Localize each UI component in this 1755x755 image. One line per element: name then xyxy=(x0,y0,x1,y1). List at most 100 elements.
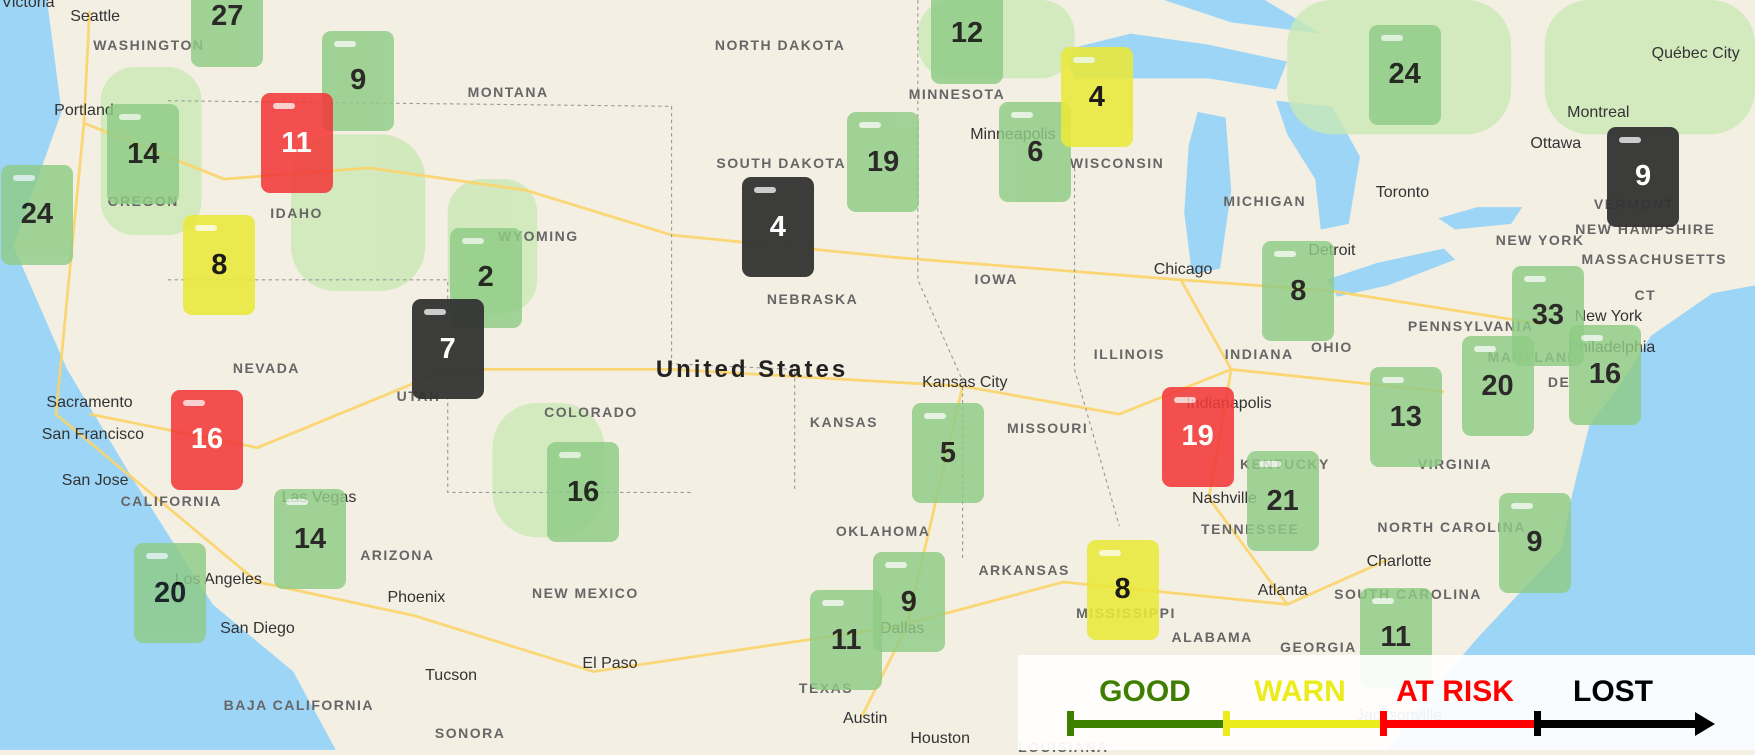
lake-ontario xyxy=(1438,207,1523,230)
state-label: ILLINOIS xyxy=(1093,345,1165,362)
marker-handle-icon xyxy=(859,122,882,129)
city-label: Montreal xyxy=(1567,104,1630,122)
city-label: New York xyxy=(1574,307,1643,325)
marker-count: 13 xyxy=(1389,400,1422,433)
marker-count: 8 xyxy=(1114,573,1131,606)
marker-count: 9 xyxy=(1526,526,1543,559)
site-marker-lost[interactable]: 7 xyxy=(411,299,484,400)
marker-count: 7 xyxy=(439,332,456,365)
site-marker-warn[interactable]: 8 xyxy=(183,215,256,316)
marker-handle-icon xyxy=(195,225,218,232)
site-marker-good[interactable]: 13 xyxy=(1369,367,1442,468)
marker-count: 14 xyxy=(293,522,327,555)
marker-handle-icon xyxy=(1381,377,1404,384)
site-marker-good[interactable]: 20 xyxy=(1461,336,1534,437)
site-marker-good[interactable]: 12 xyxy=(931,0,1004,84)
marker-count: 9 xyxy=(1634,160,1652,193)
site-marker-good[interactable]: 24 xyxy=(1368,24,1441,125)
state-label: CALIFORNIA xyxy=(120,493,222,510)
site-marker-good[interactable]: 20 xyxy=(134,543,207,644)
site-marker-risk[interactable]: 19 xyxy=(1161,386,1234,487)
status-legend: GOOD WARN AT RISK LOST xyxy=(1018,655,1755,750)
site-marker-good[interactable]: 14 xyxy=(107,104,180,205)
marker-handle-icon xyxy=(559,452,582,459)
marker-handle-icon xyxy=(1274,251,1297,257)
site-marker-good[interactable]: 16 xyxy=(547,442,620,543)
marker-handle-icon xyxy=(1258,461,1281,468)
marker-handle-icon xyxy=(334,40,357,47)
marker-handle-icon xyxy=(924,413,946,420)
state-label: SONORA xyxy=(434,725,506,742)
site-marker-warn[interactable]: 8 xyxy=(1086,539,1159,640)
city-label: Ottawa xyxy=(1530,135,1582,153)
marker-handle-icon xyxy=(272,103,295,110)
marker-count: 16 xyxy=(1588,358,1622,391)
site-marker-good[interactable]: 5 xyxy=(912,403,984,504)
country-label: United States xyxy=(655,356,849,383)
state-label: WISCONSIN xyxy=(1069,155,1165,172)
state-label: MISSOURI xyxy=(1007,419,1089,436)
state-label: COLORADO xyxy=(544,403,638,420)
state-label: ARKANSAS xyxy=(978,561,1070,578)
site-marker-lost[interactable]: 9 xyxy=(1607,126,1680,227)
marker-handle-icon xyxy=(1011,112,1034,119)
site-marker-good[interactable]: 14 xyxy=(274,489,347,590)
marker-handle-icon xyxy=(146,553,169,560)
state-label: MICHIGAN xyxy=(1223,193,1307,210)
state-label: IOWA xyxy=(974,270,1018,287)
site-marker-good[interactable]: 19 xyxy=(847,112,920,213)
legend-warn-bar xyxy=(1226,720,1383,728)
legend-lost-bar xyxy=(1537,720,1697,728)
legend-tick xyxy=(1380,711,1387,736)
marker-count: 8 xyxy=(211,248,228,281)
city-label: Austin xyxy=(842,709,888,727)
site-marker-good[interactable]: 9 xyxy=(322,30,395,131)
site-marker-risk[interactable]: 16 xyxy=(171,389,244,490)
site-marker-good[interactable]: 9 xyxy=(1498,492,1571,593)
marker-handle-icon xyxy=(12,174,35,181)
marker-handle-icon xyxy=(822,600,845,607)
city-label: San Jose xyxy=(61,472,129,490)
site-marker-good[interactable]: 16 xyxy=(1569,324,1642,425)
marker-count: 24 xyxy=(1388,58,1421,91)
marker-count: 19 xyxy=(1181,420,1214,452)
marker-count: 20 xyxy=(1481,369,1514,402)
city-label: Phoenix xyxy=(387,588,446,606)
city-label: Atlanta xyxy=(1257,581,1308,599)
marker-count: 27 xyxy=(211,0,244,33)
site-marker-good[interactable]: 11 xyxy=(810,590,883,691)
marker-count: 4 xyxy=(769,210,786,243)
city-label: El Paso xyxy=(582,654,638,672)
legend-good-label: GOOD xyxy=(1099,675,1191,708)
site-marker-lost[interactable]: 4 xyxy=(741,177,814,278)
site-marker-good[interactable]: 9 xyxy=(872,552,945,653)
legend-good-bar xyxy=(1069,720,1226,728)
city-label: Kansas City xyxy=(922,373,1008,391)
city-label: San Francisco xyxy=(41,426,145,444)
marker-handle-icon xyxy=(119,114,142,121)
marker-handle-icon xyxy=(183,399,206,406)
city-label: Charlotte xyxy=(1366,552,1432,570)
state-label: CT xyxy=(1634,287,1657,304)
state-label: NEVADA xyxy=(232,360,300,377)
city-label: San Diego xyxy=(220,620,295,638)
city-label: Houston xyxy=(910,729,970,747)
site-marker-good[interactable]: 8 xyxy=(1262,241,1335,341)
state-label: MINNESOTA xyxy=(908,86,1006,103)
site-marker-warn[interactable]: 4 xyxy=(1060,47,1133,148)
site-marker-good[interactable]: 24 xyxy=(0,164,73,265)
city-label: Toronto xyxy=(1375,183,1430,201)
state-label: OKLAHOMA xyxy=(835,522,931,539)
marker-count: 21 xyxy=(1266,484,1299,517)
city-label: Sacramento xyxy=(46,393,133,411)
marker-count: 33 xyxy=(1531,299,1565,332)
marker-handle-icon xyxy=(1523,275,1546,282)
site-marker-good[interactable]: 27 xyxy=(191,0,264,67)
city-label: Victoria xyxy=(1,0,55,12)
marker-count: 11 xyxy=(281,126,312,159)
marker-count: 4 xyxy=(1088,80,1105,113)
state-label: NEW YORK xyxy=(1495,231,1585,248)
site-marker-risk[interactable]: 11 xyxy=(260,93,333,194)
marker-handle-icon xyxy=(1619,136,1642,143)
site-marker-good[interactable]: 21 xyxy=(1246,451,1319,552)
